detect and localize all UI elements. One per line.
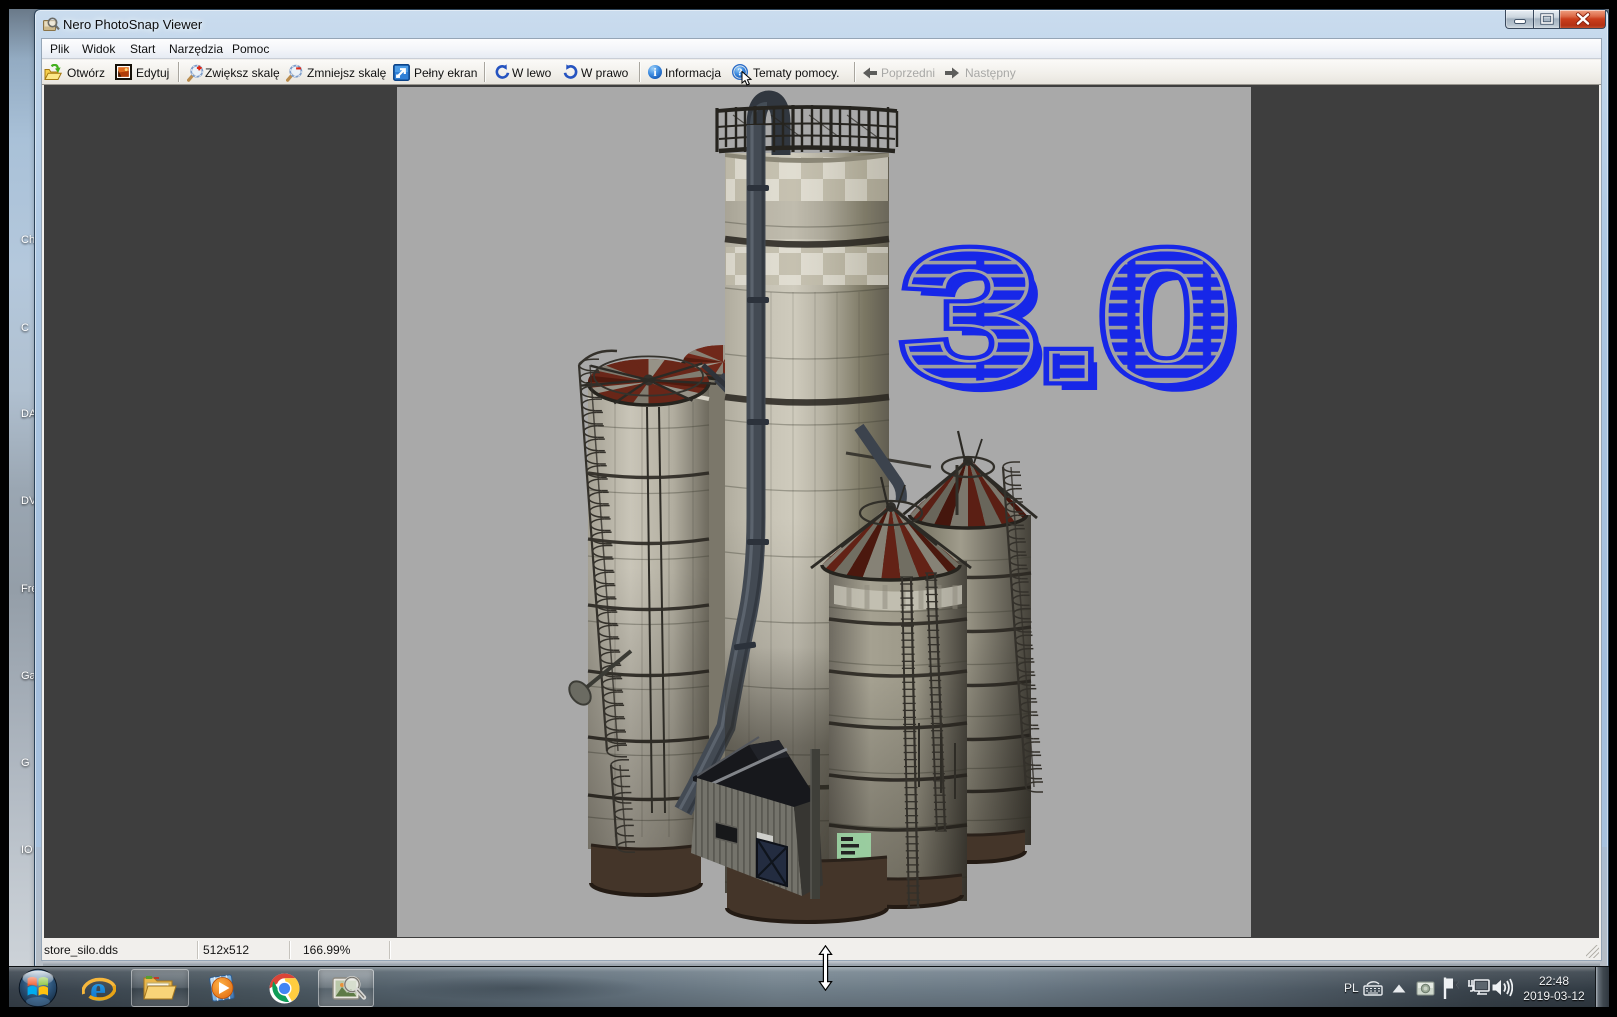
svg-text:3.0: 3.0 [901, 212, 1230, 420]
